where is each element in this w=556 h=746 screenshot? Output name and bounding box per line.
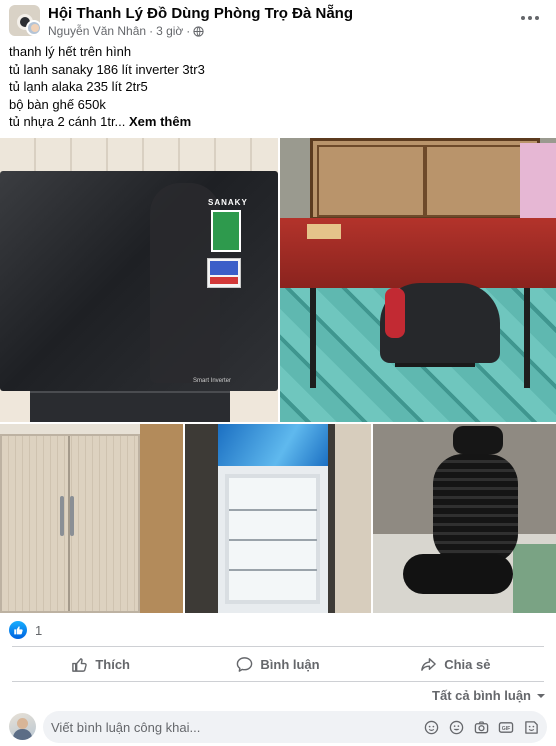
post-line-truncated: tủ nhựa 2 cánh 1tr... — [9, 114, 126, 129]
post-line-last: tủ nhựa 2 cánh 1tr... Xem thêm — [9, 113, 549, 131]
photo-grid: SANAKY Smart Inverter — [0, 138, 556, 613]
post-line: thanh lý hết trên hình — [9, 44, 132, 59]
post-meta: Nguyễn Văn Nhân · 3 giờ · — [48, 24, 204, 38]
thumbs-up-icon — [72, 657, 88, 672]
caret-down-icon — [537, 693, 545, 698]
post-line: tủ lanh sanaky 186 lít inverter 3tr3 — [9, 61, 205, 77]
comment-composer: GIF — [9, 711, 547, 743]
svg-text:GIF: GIF — [502, 725, 511, 731]
post-time-link[interactable]: 3 giờ — [156, 24, 183, 38]
author-avatar[interactable] — [26, 20, 42, 36]
comment-sort-dropdown[interactable]: Tất cả bình luận — [432, 688, 546, 703]
photo-fridge[interactable]: SANAKY Smart Inverter — [0, 138, 278, 422]
like-label: Thích — [95, 656, 130, 672]
author-name-link[interactable]: Nguyễn Văn Nhân — [48, 24, 146, 38]
post-message: thanh lý hết trên hình tủ lanh sanaky 18… — [9, 43, 549, 131]
comment-sort-label: Tất cả bình luận — [432, 688, 531, 703]
meta-separator: · — [149, 24, 154, 38]
post-actions: Thích Bình luận Chia sẻ — [12, 647, 544, 681]
comment-input[interactable] — [51, 711, 421, 743]
see-more-link[interactable]: Xem thêm — [129, 114, 191, 129]
gif-icon[interactable]: GIF — [498, 719, 514, 735]
fridge-model-label: Smart Inverter — [193, 378, 232, 384]
fridge-brand-label: SANAKY — [208, 198, 248, 207]
sticker-icon[interactable] — [423, 719, 439, 735]
reaction-summary[interactable]: 1 — [9, 620, 42, 640]
share-label: Chia sẻ — [444, 656, 491, 672]
group-name-link[interactable]: Hội Thanh Lý Đồ Dùng Phòng Trọ Đà Nẵng — [48, 5, 353, 22]
post-line: tủ lạnh alaka 235 lít 2tr5 — [9, 79, 148, 94]
meta-separator-2: · — [186, 24, 191, 38]
current-user-avatar[interactable] — [9, 713, 36, 740]
sticker-smile-icon[interactable] — [523, 719, 539, 735]
like-button[interactable]: Thích — [12, 647, 189, 681]
emoji-icon[interactable] — [448, 719, 464, 735]
photo-desk-chair[interactable] — [280, 138, 556, 422]
globe-icon — [193, 25, 204, 37]
comment-box: GIF — [43, 711, 547, 743]
reaction-count: 1 — [35, 622, 43, 638]
post-header: Hội Thanh Lý Đồ Dùng Phòng Trọ Đà Nẵng N… — [0, 0, 556, 44]
more-horizontal-icon[interactable] — [518, 10, 542, 26]
photo-wardrobe[interactable] — [0, 424, 183, 613]
photo-office-chair[interactable] — [373, 424, 556, 613]
comment-button[interactable]: Bình luận — [189, 647, 366, 681]
like-icon — [9, 621, 27, 639]
photo-display-fridge[interactable] — [185, 424, 371, 613]
comment-label: Bình luận — [260, 656, 320, 672]
share-button[interactable]: Chia sẻ — [367, 647, 544, 681]
share-icon — [421, 657, 437, 671]
divider — [12, 681, 544, 682]
post-line: bộ bàn ghế 650k — [9, 96, 106, 112]
comment-tools: GIF — [423, 719, 539, 735]
camera-icon[interactable] — [473, 719, 489, 735]
comment-icon — [237, 656, 253, 672]
